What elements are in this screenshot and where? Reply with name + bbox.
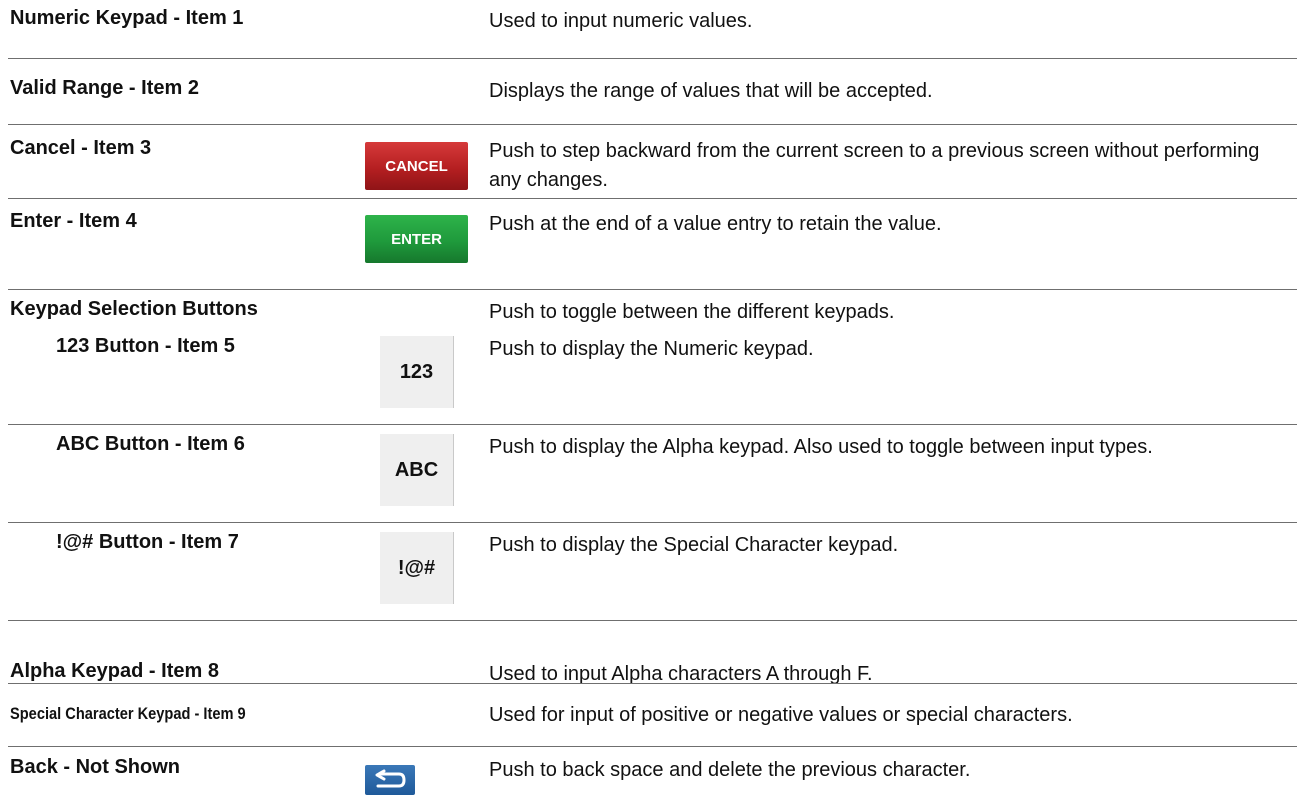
table-row: Alpha Keypad - Item 8 Used to input Alph… xyxy=(8,653,1297,695)
row-divider xyxy=(8,124,1297,125)
row-description: Used to input numeric values. xyxy=(489,10,753,32)
row-divider xyxy=(8,424,1297,425)
table-row: !@# Button - Item 7 !@# Push to display … xyxy=(8,524,1297,614)
row-description: Push to step backward from the current s… xyxy=(489,140,1260,191)
row-description: Push to toggle between the different key… xyxy=(489,301,895,323)
row-divider xyxy=(8,58,1297,59)
table-row: Numeric Keypad - Item 1 Used to input nu… xyxy=(8,0,1297,42)
table-row: Special Character Keypad - Item 9 Used f… xyxy=(8,694,1297,736)
table-row: Keypad Selection Buttons Push to toggle … xyxy=(8,291,1297,331)
row-divider xyxy=(8,620,1297,621)
row-term: Enter - Item 4 xyxy=(10,210,137,232)
back-arrow-icon xyxy=(375,769,406,788)
row-description: Push at the end of a value entry to reta… xyxy=(489,213,942,235)
row-term: ABC Button - Item 6 xyxy=(56,433,245,455)
row-term: Numeric Keypad - Item 1 xyxy=(10,7,244,29)
row-description: Push to display the Numeric keypad. xyxy=(489,338,814,360)
row-divider xyxy=(8,289,1297,290)
table-row: 123 Button - Item 5 123 Push to display … xyxy=(8,328,1297,418)
row-divider xyxy=(8,522,1297,523)
table-row: Cancel - Item 3 CANCEL Push to step back… xyxy=(8,130,1297,200)
row-description: Displays the range of values that will b… xyxy=(489,80,933,102)
row-term: Back - Not Shown xyxy=(10,756,181,778)
row-divider xyxy=(8,683,1297,684)
table-row: Enter - Item 4 ENTER Push at the end of … xyxy=(8,203,1297,271)
row-description: Used for input of positive or negative v… xyxy=(489,704,1073,726)
row-description: Push to back space and delete the previo… xyxy=(489,759,971,781)
row-term: Valid Range - Item 2 xyxy=(10,77,199,99)
row-term: Alpha Keypad - Item 8 xyxy=(10,660,219,682)
row-term: Special Character Keypad - Item 9 xyxy=(10,704,246,723)
row-divider xyxy=(8,746,1297,747)
special-keypad-button[interactable]: !@# xyxy=(380,532,454,604)
row-description: Used to input Alpha characters A through… xyxy=(489,663,873,685)
numeric-keypad-button[interactable]: 123 xyxy=(380,336,454,408)
row-divider xyxy=(8,198,1297,199)
row-description: Push to display the Special Character ke… xyxy=(489,534,899,556)
row-term: Keypad Selection Buttons xyxy=(10,298,258,320)
table-row: Back - Not Shown Push to back space and … xyxy=(8,749,1297,809)
row-term: !@# Button - Item 7 xyxy=(56,531,239,553)
table-row: ABC Button - Item 6 ABC Push to display … xyxy=(8,426,1297,516)
back-button[interactable] xyxy=(365,765,415,795)
row-term: 123 Button - Item 5 xyxy=(56,335,235,357)
table-row: Valid Range - Item 2 Displays the range … xyxy=(8,70,1297,112)
enter-button[interactable]: ENTER xyxy=(365,215,468,263)
cancel-button[interactable]: CANCEL xyxy=(365,142,468,190)
row-term: Cancel - Item 3 xyxy=(10,137,152,159)
row-description: Push to display the Alpha keypad. Also u… xyxy=(489,436,1153,458)
alpha-keypad-button[interactable]: ABC xyxy=(380,434,454,506)
